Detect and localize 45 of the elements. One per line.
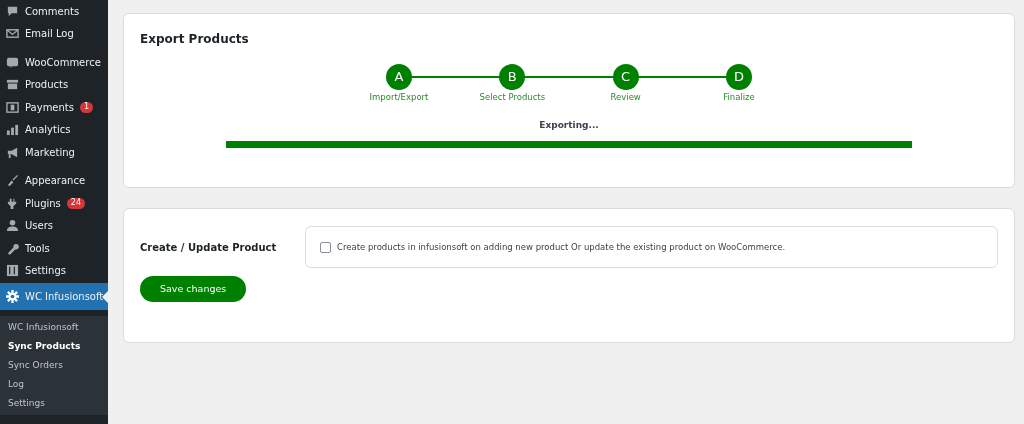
menu-item[interactable]: Payments 1 bbox=[0, 96, 108, 119]
step-circle: D bbox=[726, 64, 752, 90]
status-text: Exporting... bbox=[539, 120, 599, 131]
menu-item[interactable]: Tools bbox=[0, 237, 108, 260]
submenu-item[interactable]: Sync Orders bbox=[0, 356, 108, 375]
envelope-icon bbox=[6, 27, 19, 41]
step-label: Select Products bbox=[478, 92, 547, 104]
menu-item[interactable]: Comments bbox=[0, 0, 108, 23]
step-circle: C bbox=[612, 64, 639, 90]
menu-item[interactable]: Email Log bbox=[0, 22, 108, 45]
menu-item[interactable]: WooCommerce bbox=[0, 51, 108, 74]
menu-item[interactable]: Analytics bbox=[0, 118, 108, 141]
banknote-icon bbox=[6, 100, 19, 114]
step-label: Review bbox=[609, 92, 642, 104]
archive-icon bbox=[6, 78, 19, 92]
plug-icon bbox=[6, 196, 19, 210]
submenu-item[interactable]: Sync Products bbox=[0, 337, 108, 356]
menu-item[interactable]: Plugins 24 bbox=[0, 192, 108, 215]
save-button[interactable]: Save changes bbox=[140, 276, 247, 303]
menu-item[interactable]: Products bbox=[0, 73, 108, 96]
menu-item[interactable]: Appearance bbox=[0, 169, 108, 192]
brush-icon bbox=[6, 174, 19, 188]
checkbox[interactable] bbox=[320, 241, 331, 253]
megaphone-icon bbox=[6, 145, 19, 159]
step-label: Finalize bbox=[722, 92, 756, 104]
step-circle: A bbox=[386, 64, 412, 90]
speech-bubble-icon bbox=[6, 55, 19, 69]
user-icon bbox=[6, 219, 19, 233]
bar-chart-icon bbox=[6, 123, 19, 137]
count-badge: 24 bbox=[66, 197, 85, 209]
menu-item[interactable]: WC Infusionsoft bbox=[0, 283, 108, 310]
menu-item[interactable]: Settings bbox=[0, 259, 108, 282]
field-label: Create / Update Product bbox=[140, 240, 278, 255]
checkbox-label: Create products in infusionsoft on adding new product Or update the existing product on WooCommerce. bbox=[337, 240, 786, 254]
count-badge: 1 bbox=[80, 101, 94, 113]
gear-icon bbox=[6, 290, 19, 303]
submenu-item[interactable]: Log bbox=[0, 375, 108, 394]
menu-item[interactable]: Marketing bbox=[0, 141, 108, 164]
menu-item[interactable]: Users bbox=[0, 214, 108, 237]
submenu-item[interactable]: WC Infusionsoft bbox=[0, 318, 108, 337]
submenu-item[interactable]: Settings bbox=[0, 394, 108, 413]
card-title: Export Products bbox=[140, 31, 250, 48]
step-label: Import/Export bbox=[368, 92, 430, 104]
comment-icon bbox=[6, 4, 19, 18]
step-circle: B bbox=[499, 64, 526, 90]
